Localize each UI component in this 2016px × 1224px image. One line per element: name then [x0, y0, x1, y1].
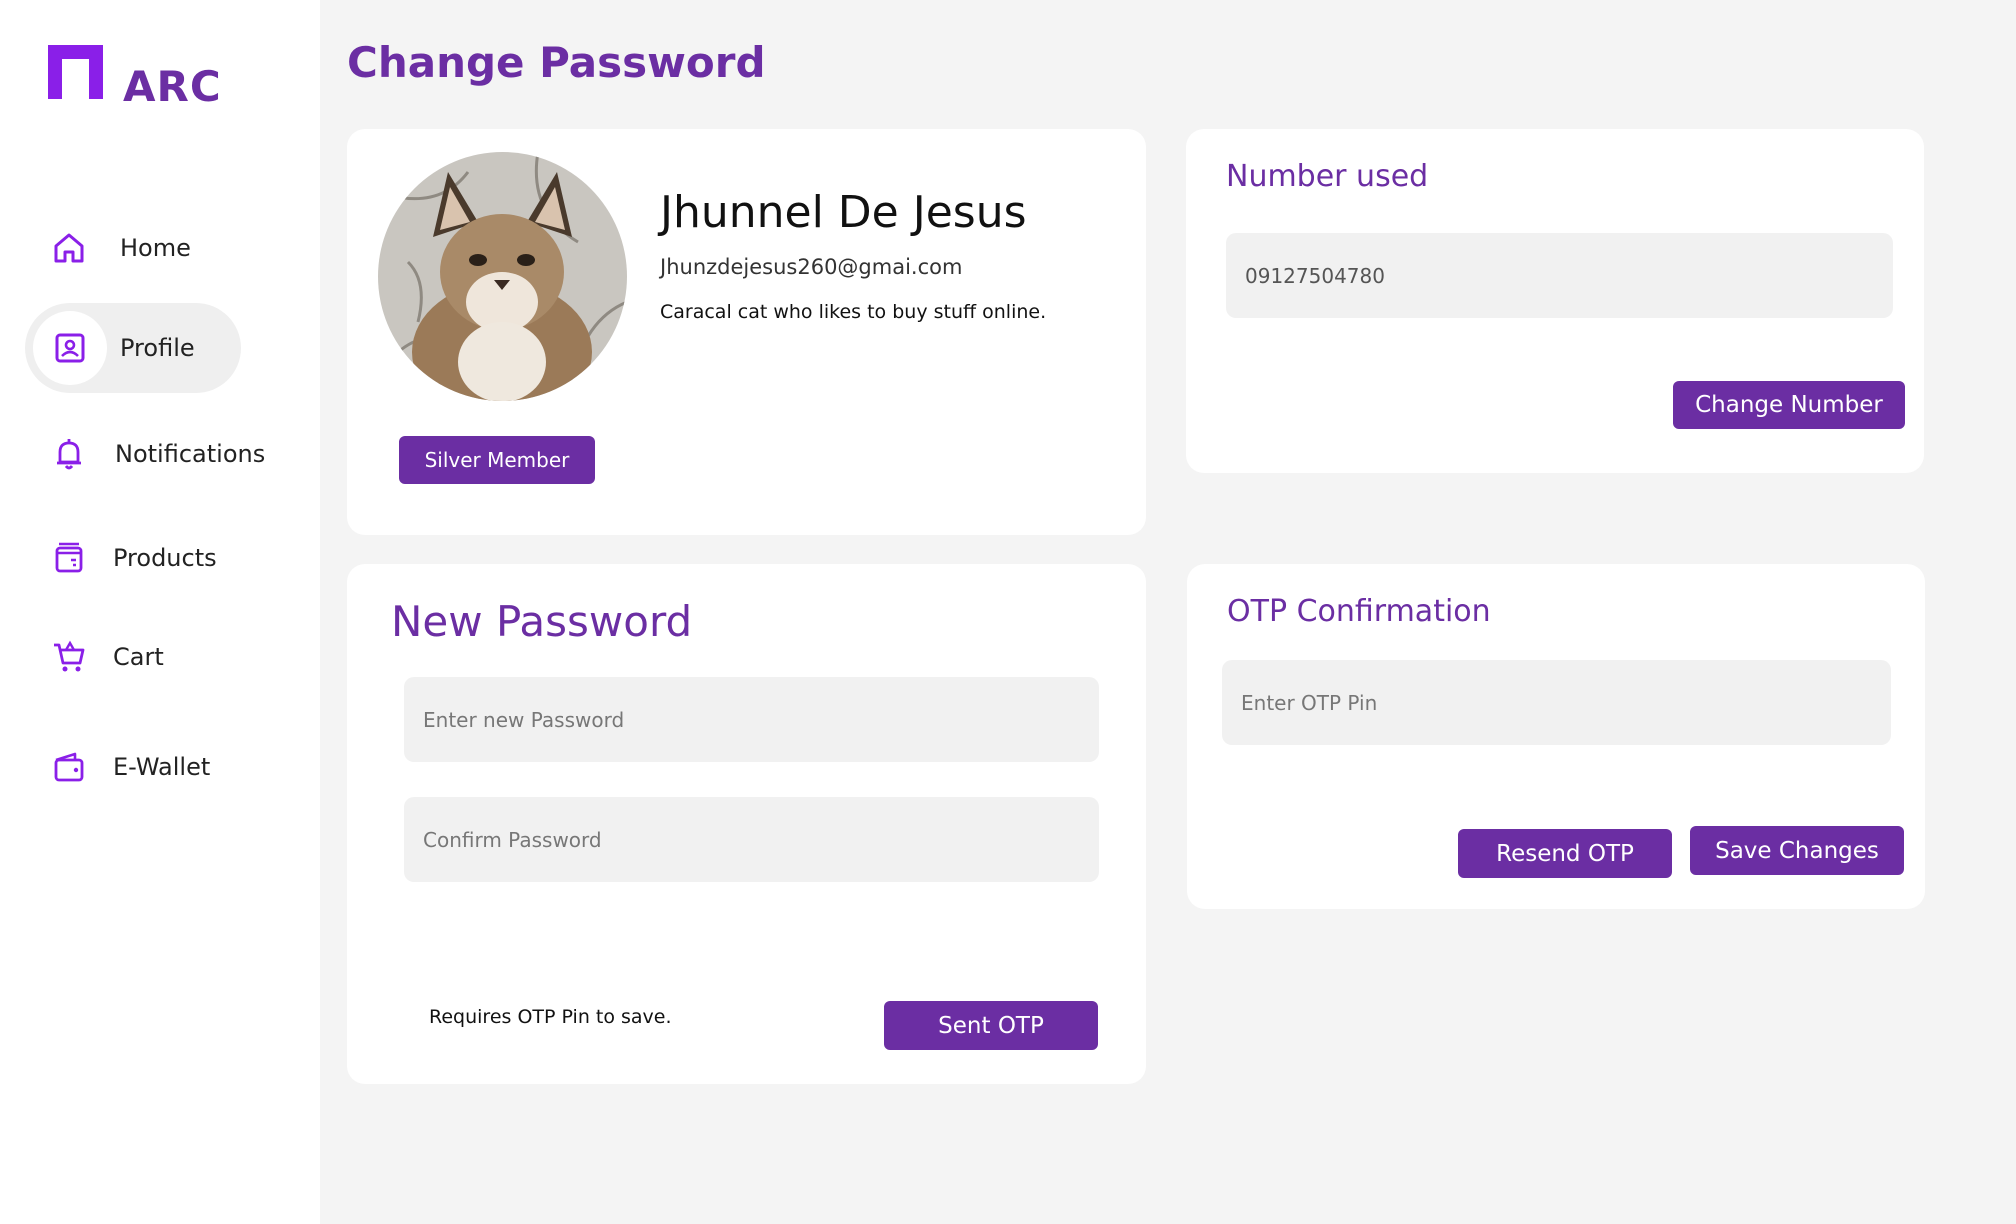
sidebar-item-label: Cart — [113, 643, 164, 671]
save-changes-button[interactable]: Save Changes — [1690, 826, 1904, 875]
sidebar-item-label: Notifications — [115, 440, 266, 468]
sent-otp-button[interactable]: Sent OTP — [884, 1001, 1098, 1050]
new-password-title: New Password — [391, 597, 693, 646]
otp-requirement-note: Requires OTP Pin to save. — [429, 1006, 672, 1028]
profile-card: Jhunnel De Jesus Jhunzdejesus260@gmai.co… — [347, 129, 1146, 535]
sidebar-item-notifications[interactable]: Notifications — [25, 409, 265, 499]
cart-icon — [54, 640, 85, 672]
profile-bio: Caracal cat who likes to buy stuff onlin… — [660, 301, 1047, 323]
brand-name: ARC — [123, 62, 222, 111]
confirm-password-input[interactable] — [404, 797, 1099, 882]
sidebar-item-home[interactable]: Home — [25, 203, 241, 293]
profile-name: Jhunnel De Jesus — [660, 187, 1027, 238]
new-password-card: New Password Requires OTP Pin to save. S… — [347, 564, 1146, 1084]
sidebar-item-e-wallet[interactable]: E-Wallet — [25, 722, 241, 812]
avatar[interactable] — [378, 152, 627, 401]
caracal-avatar-image — [378, 152, 627, 401]
otp-confirmation-card: OTP Confirmation Resend OTP Save Changes — [1187, 564, 1925, 909]
number-card: Number used Change Number — [1186, 129, 1924, 473]
profile-card-icon — [55, 333, 85, 363]
sidebar-item-label: E-Wallet — [113, 753, 211, 781]
bell-icon — [57, 439, 81, 470]
number-card-title: Number used — [1226, 159, 1429, 194]
sidebar-item-cart[interactable]: Cart — [25, 612, 241, 702]
profile-email: Jhunzdejesus260@gmai.com — [660, 255, 963, 279]
brand-logo[interactable] — [48, 45, 103, 99]
resend-otp-button[interactable]: Resend OTP — [1458, 829, 1672, 878]
arc-logo-icon — [48, 45, 103, 99]
box-icon — [55, 542, 83, 573]
membership-badge-button[interactable]: Silver Member — [399, 436, 595, 484]
wallet-icon — [54, 752, 84, 782]
sidebar-item-label: Home — [120, 234, 191, 262]
phone-number-field[interactable] — [1226, 233, 1893, 318]
home-icon — [54, 233, 84, 263]
page-title: Change Password — [347, 38, 766, 87]
new-password-input[interactable] — [404, 677, 1099, 762]
sidebar-item-label: Profile — [120, 334, 195, 362]
otp-card-title: OTP Confirmation — [1227, 594, 1491, 629]
sidebar: ARC Home Profile Notifications Products — [0, 0, 320, 1224]
sidebar-item-profile[interactable]: Profile — [25, 303, 241, 393]
otp-pin-input[interactable] — [1222, 660, 1891, 745]
sidebar-item-label: Products — [113, 544, 217, 572]
change-number-button[interactable]: Change Number — [1673, 381, 1905, 429]
sidebar-item-products[interactable]: Products — [25, 513, 241, 603]
